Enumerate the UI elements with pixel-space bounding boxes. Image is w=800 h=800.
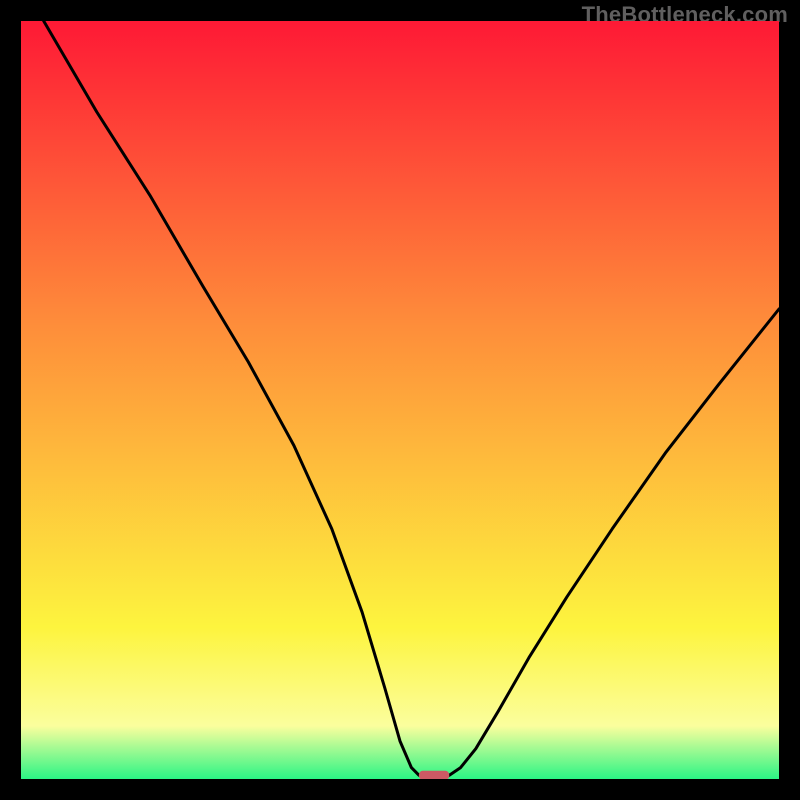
bottleneck-chart (21, 21, 779, 779)
gradient-background (21, 21, 779, 779)
trough-marker (419, 771, 449, 779)
chart-canvas: TheBottleneck.com (0, 0, 800, 800)
